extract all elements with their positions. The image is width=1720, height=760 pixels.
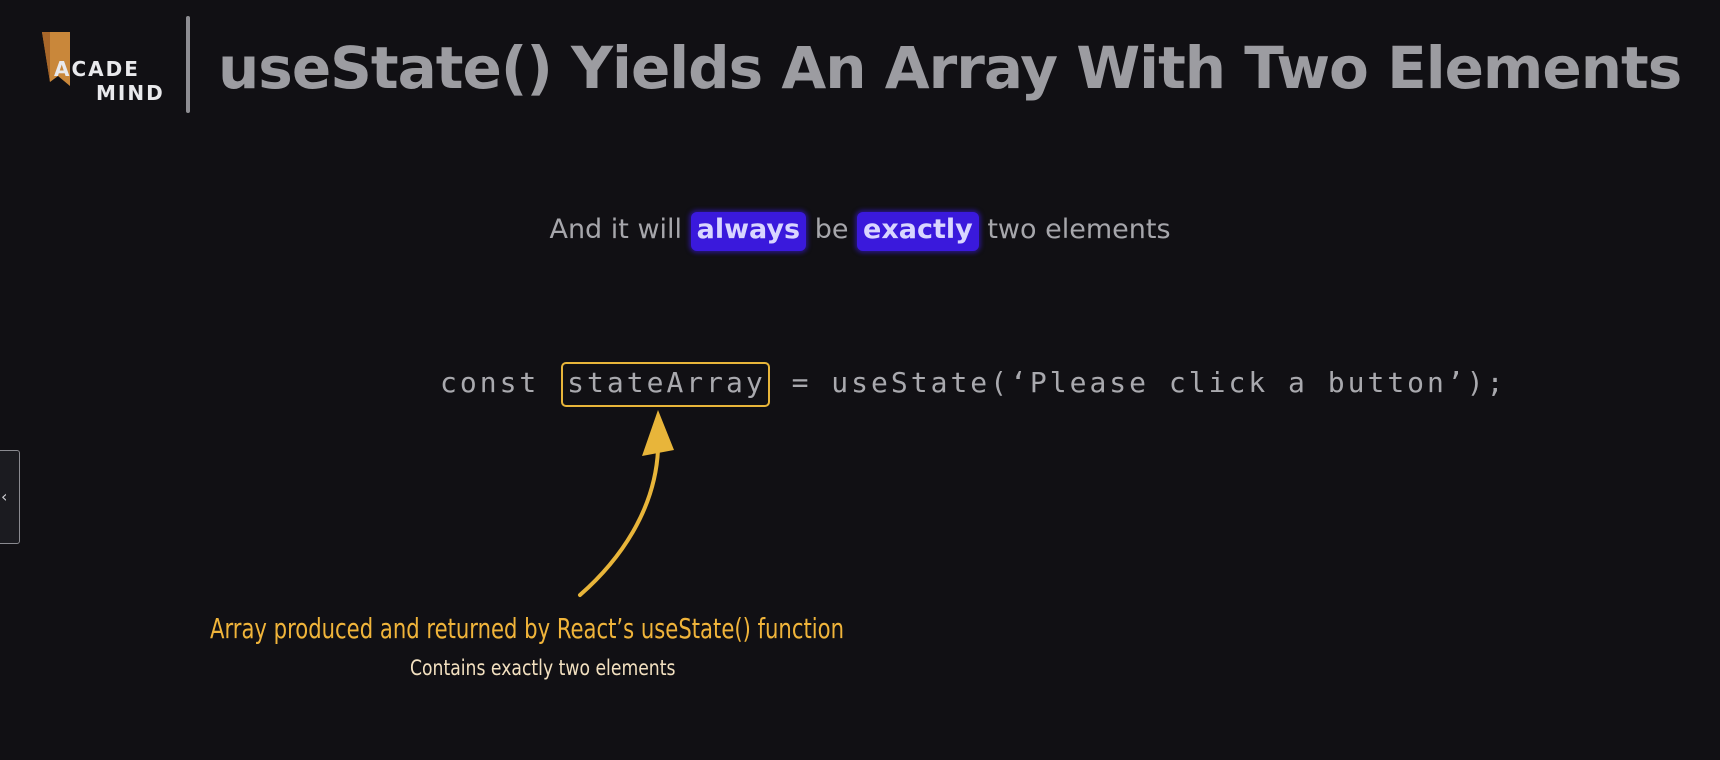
annotation-sub-text: Contains exactly two elements	[410, 656, 676, 680]
highlight-exactly: exactly	[857, 212, 979, 251]
subtitle-text-middle: be	[806, 214, 858, 245]
annotation-arrow-icon	[578, 410, 674, 597]
highlight-always: always	[690, 212, 807, 251]
logo-text-line1: ACADE	[54, 57, 140, 81]
slide-subtitle: And it will always be exactly two elemen…	[0, 212, 1720, 251]
academind-logo: ACADE MIND	[40, 30, 170, 110]
chevron-left-icon: ‹	[1, 487, 8, 506]
logo-text-line2: MIND	[96, 81, 165, 105]
subtitle-text-end: two elements	[978, 214, 1171, 245]
code-prefix: const	[440, 366, 560, 399]
header-divider	[186, 16, 190, 113]
side-panel-tab[interactable]: ‹	[0, 450, 20, 544]
subtitle-text-start: And it will	[549, 214, 691, 245]
annotation-main-text: Array produced and returned by React’s u…	[210, 612, 845, 645]
slide-title: useState() Yields An Array With Two Elem…	[218, 34, 1682, 102]
code-suffix: = useState(‘Please click a button’);	[771, 366, 1507, 399]
